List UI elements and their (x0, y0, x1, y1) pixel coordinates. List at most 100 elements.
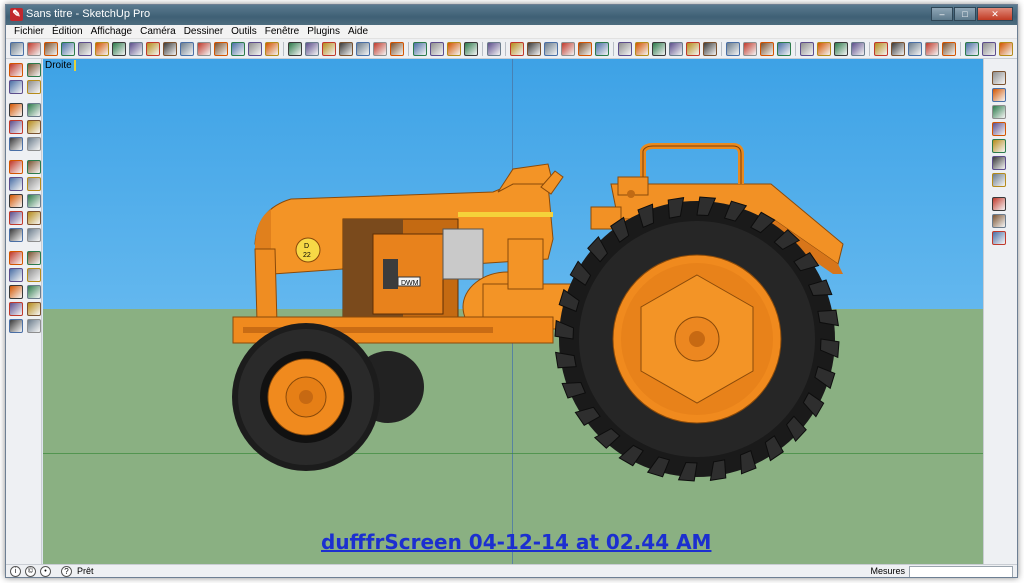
rectangle-icon[interactable] (9, 80, 23, 94)
menu-dessiner[interactable]: Dessiner (180, 26, 227, 37)
text-icon[interactable] (27, 211, 41, 225)
menu-fichier[interactable]: Fichier (10, 26, 48, 37)
top-view-icon[interactable] (527, 41, 541, 56)
geo-location-icon[interactable]: i (10, 566, 21, 577)
previous-icon[interactable] (27, 285, 41, 299)
pan-icon[interactable] (305, 41, 319, 56)
extension-icon[interactable] (992, 231, 1006, 245)
look-around-icon[interactable] (27, 302, 41, 316)
smoove-icon[interactable] (992, 105, 1006, 119)
share-icon[interactable] (992, 214, 1006, 228)
shadows-icon[interactable] (800, 41, 814, 56)
position-camera-icon[interactable] (413, 41, 427, 56)
zoom-icon[interactable] (9, 268, 23, 282)
eraser2-icon[interactable] (129, 41, 143, 56)
display-sections-icon[interactable] (487, 41, 501, 56)
perspective-icon[interactable] (743, 41, 757, 56)
flip-edge-icon[interactable] (992, 173, 1006, 187)
shaded-icon[interactable] (669, 41, 683, 56)
edge-style-icon[interactable] (834, 41, 848, 56)
shaded-textures-icon[interactable] (686, 41, 700, 56)
paint-bucket-icon[interactable] (163, 41, 177, 56)
polygon-icon[interactable] (9, 120, 23, 134)
scale-icon[interactable] (9, 177, 23, 191)
zoom-extents-icon[interactable] (9, 285, 23, 299)
monochrome-icon[interactable] (703, 41, 717, 56)
hidden-line-icon[interactable] (652, 41, 666, 56)
select-icon[interactable] (10, 41, 24, 56)
previous-view-icon[interactable] (373, 41, 387, 56)
orbit-icon[interactable] (9, 251, 23, 265)
circle-icon[interactable] (9, 103, 23, 117)
make-component-icon[interactable] (112, 41, 126, 56)
right-view-icon[interactable] (561, 41, 575, 56)
fog-icon[interactable] (817, 41, 831, 56)
line-icon[interactable] (44, 41, 58, 56)
rectangle-icon[interactable] (61, 41, 75, 56)
menu-fenetre[interactable]: Fenêtre (261, 26, 303, 37)
dimension-icon[interactable] (27, 194, 41, 208)
profiles-icon[interactable] (851, 41, 865, 56)
stamp-icon[interactable] (992, 122, 1006, 136)
3d-text-icon[interactable] (27, 228, 41, 242)
add-location-icon[interactable] (965, 41, 979, 56)
left-view-icon[interactable] (595, 41, 609, 56)
add-detail-icon[interactable] (992, 156, 1006, 170)
push-pull-icon[interactable] (180, 41, 194, 56)
walk-icon[interactable] (9, 319, 23, 333)
position-camera-icon[interactable] (9, 302, 23, 316)
minimize-button[interactable]: – (931, 7, 953, 21)
xray-icon[interactable] (618, 41, 632, 56)
eraser-icon[interactable] (27, 41, 41, 56)
orbit-icon[interactable] (288, 41, 302, 56)
measurements-input[interactable] (909, 566, 1013, 577)
zoom-window-icon[interactable] (339, 41, 353, 56)
screenshot-watermark-link[interactable]: dufffrScreen 04-12-14 at 02.44 AM (321, 530, 711, 554)
warehouse-icon[interactable] (992, 197, 1006, 211)
look-around-icon[interactable] (447, 41, 461, 56)
follow-me-icon[interactable] (231, 41, 245, 56)
tape-icon[interactable] (146, 41, 160, 56)
line-icon[interactable] (27, 80, 41, 94)
photo-textures-icon[interactable] (999, 41, 1013, 56)
maximize-button[interactable]: □ (954, 7, 976, 21)
menu-outils[interactable]: Outils (227, 26, 261, 37)
close-button[interactable]: ✕ (977, 7, 1013, 21)
text-icon[interactable] (925, 41, 939, 56)
drape-icon[interactable] (992, 139, 1006, 153)
protractor-icon[interactable] (9, 211, 23, 225)
sandbox-contours-icon[interactable] (992, 71, 1006, 85)
scale-icon[interactable] (248, 41, 262, 56)
tape-icon[interactable] (9, 194, 23, 208)
menu-affichage[interactable]: Affichage (87, 26, 137, 37)
section-plane-icon[interactable] (464, 41, 478, 56)
next-view-icon[interactable] (390, 41, 404, 56)
3d-text-icon[interactable] (942, 41, 956, 56)
front-view-icon[interactable] (544, 41, 558, 56)
back-view-icon[interactable] (578, 41, 592, 56)
pan-icon[interactable] (27, 251, 41, 265)
follow-me-icon[interactable] (27, 137, 41, 151)
offset-icon[interactable] (27, 177, 41, 191)
circle-icon[interactable] (78, 41, 92, 56)
walk-icon[interactable] (430, 41, 444, 56)
axes-icon[interactable] (9, 228, 23, 242)
wireframe-icon[interactable] (635, 41, 649, 56)
menu-camera[interactable]: Caméra (136, 26, 180, 37)
two-point-icon[interactable] (760, 41, 774, 56)
select-icon[interactable] (9, 63, 23, 77)
arc-icon[interactable] (95, 41, 109, 56)
guides-icon[interactable] (891, 41, 905, 56)
make-component-icon[interactable] (27, 63, 41, 77)
move-icon[interactable] (9, 160, 23, 174)
push-pull-icon[interactable] (9, 137, 23, 151)
offset-icon[interactable] (265, 41, 279, 56)
zoom-window-icon[interactable] (27, 268, 41, 282)
freehand-icon[interactable] (27, 120, 41, 134)
rotate-icon[interactable] (214, 41, 228, 56)
axes-icon[interactable] (874, 41, 888, 56)
rotate-icon[interactable] (27, 160, 41, 174)
menu-edition[interactable]: Édition (48, 26, 87, 37)
match-photo-icon[interactable] (777, 41, 791, 56)
move-icon[interactable] (197, 41, 211, 56)
